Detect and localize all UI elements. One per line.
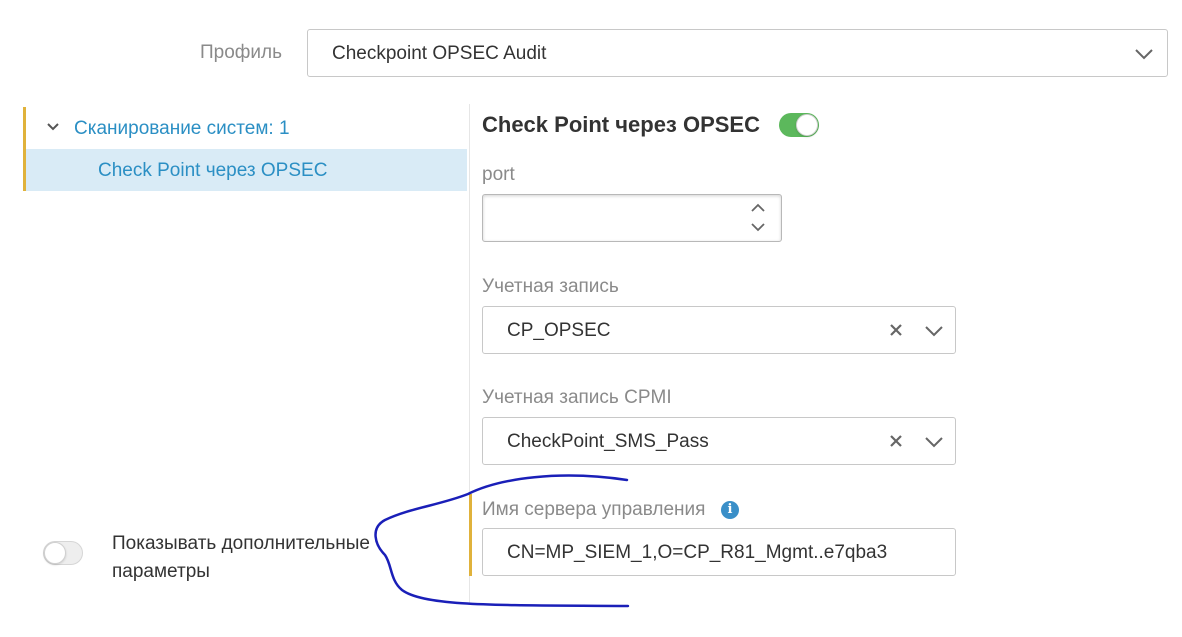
scan-tree: Сканирование систем: 1 Check Point через…	[23, 107, 467, 191]
account-value: CP_OPSEC	[507, 320, 611, 341]
profile-selected-value: Checkpoint OPSEC Audit	[332, 43, 547, 64]
section-enabled-toggle[interactable]	[779, 113, 819, 137]
info-icon[interactable]: i	[721, 501, 739, 519]
toggle-knob	[44, 542, 66, 564]
port-input[interactable]	[482, 194, 782, 242]
chevron-down-icon[interactable]	[925, 436, 943, 448]
chevron-down-icon	[1135, 49, 1153, 60]
chevron-up-icon[interactable]	[751, 203, 765, 212]
account-cpmi-label: Учетная запись CPMI	[482, 387, 672, 408]
changed-field-marker	[469, 494, 472, 576]
account-label: Учетная запись	[482, 276, 619, 297]
tree-group-system-scan[interactable]: Сканирование систем: 1	[26, 107, 467, 149]
chevron-down-icon[interactable]	[46, 120, 60, 134]
clear-icon[interactable]	[889, 323, 903, 337]
section-title: Check Point через OPSEC	[482, 112, 760, 137]
chevron-down-icon[interactable]	[925, 325, 943, 337]
tree-item-label: Check Point через OPSEC	[98, 160, 328, 181]
chevron-down-icon[interactable]	[751, 223, 765, 232]
clear-icon[interactable]	[889, 434, 903, 448]
extra-params-label: Показывать дополнительные параметры	[112, 533, 370, 582]
tree-group-label: Сканирование систем: 1	[74, 118, 290, 139]
server-name-value: CN=MP_SIEM_1,O=CP_R81_Mgmt..e7qba3	[507, 542, 888, 563]
extra-params-toggle[interactable]	[43, 541, 83, 565]
port-label: port	[482, 164, 515, 185]
server-name-input[interactable]: CN=MP_SIEM_1,O=CP_R81_Mgmt..e7qba3	[482, 528, 956, 576]
server-name-label: Имя сервера управления	[482, 499, 706, 520]
account-cpmi-select[interactable]: CheckPoint_SMS_Pass	[482, 417, 956, 465]
toggle-knob	[796, 114, 818, 136]
tree-item-checkpoint-opsec[interactable]: Check Point через OPSEC	[26, 149, 467, 191]
account-cpmi-value: CheckPoint_SMS_Pass	[507, 431, 709, 452]
profile-select[interactable]: Checkpoint OPSEC Audit	[307, 29, 1168, 77]
profile-label: Профиль	[200, 42, 283, 63]
account-select[interactable]: CP_OPSEC	[482, 306, 956, 354]
